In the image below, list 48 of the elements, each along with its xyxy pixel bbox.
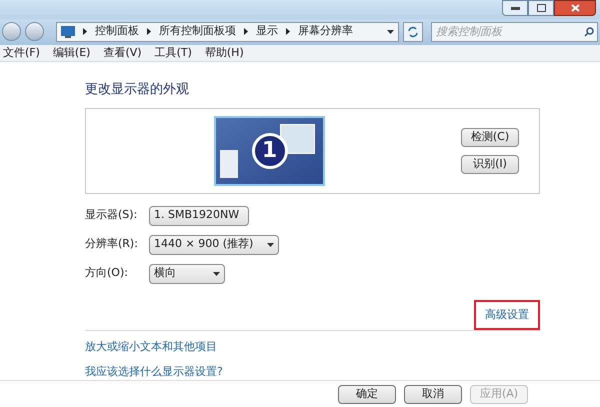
help-link[interactable]: 放大或缩小文本和其他项目	[85, 339, 217, 356]
menu-item[interactable]: 编辑(E)	[52, 44, 90, 62]
breadcrumb[interactable]: 显示	[256, 23, 278, 40]
refresh-icon	[407, 26, 419, 38]
preview-button[interactable]: 识别(I)	[461, 154, 519, 174]
dialog-button[interactable]: 取消	[404, 384, 462, 404]
page-heading: 更改显示器的外观	[85, 81, 190, 100]
search-field[interactable]: 搜索控制面板	[431, 22, 598, 42]
maximize-button[interactable]	[528, 0, 554, 16]
breadcrumb[interactable]: 控制面板	[95, 23, 139, 40]
refresh-button[interactable]	[403, 22, 423, 42]
monitor-icon	[61, 26, 75, 38]
caret-icon	[267, 242, 274, 247]
preview-button[interactable]: 检测(C)	[461, 128, 519, 147]
close-icon	[570, 4, 580, 12]
chevron-icon	[147, 28, 151, 36]
address-field[interactable]: 控制面板 所有控制面板项 显示 屏幕分辨率	[56, 22, 399, 42]
minimize-icon	[510, 6, 520, 10]
setting-label: 显示器(S):	[85, 207, 138, 224]
search-icon	[584, 26, 594, 37]
menu-item[interactable]: 查看(V)	[103, 44, 142, 62]
chevron-icon	[83, 28, 87, 36]
setting-dropdown[interactable]: 1. SMB1920NW	[149, 206, 249, 226]
breadcrumb[interactable]: 所有控制面板项	[159, 23, 236, 40]
menu-item[interactable]: 工具(T)	[154, 44, 192, 62]
setting-label: 方向(O):	[85, 265, 129, 282]
monitor-thumbnail[interactable]: 1	[214, 116, 325, 186]
breadcrumb[interactable]: 屏幕分辨率	[298, 23, 353, 40]
chevron-icon	[244, 28, 248, 36]
menu-item[interactable]: 文件(F)	[3, 44, 40, 62]
chevron-icon	[286, 28, 290, 36]
caret-icon	[213, 272, 220, 276]
maximize-icon	[536, 4, 546, 12]
setting-dropdown[interactable]: 横向	[149, 264, 225, 284]
setting-dropdown[interactable]: 1440 × 900 (推荐)	[149, 234, 279, 255]
close-button[interactable]	[554, 0, 596, 16]
dialog-button[interactable]: 确定	[338, 384, 396, 404]
setting-label: 分辨率(R):	[85, 236, 139, 252]
caret-icon	[387, 30, 394, 34]
advanced-settings-link[interactable]: 高级设置	[474, 300, 540, 330]
back-button[interactable]	[2, 22, 21, 42]
window-thumbnail	[280, 124, 315, 154]
window-thumbnail	[220, 150, 238, 178]
menu-item[interactable]: 帮助(H)	[204, 44, 244, 62]
minimize-button[interactable]	[502, 0, 528, 16]
monitor-number: 1	[252, 132, 288, 169]
help-link[interactable]: 我应该选择什么显示器设置?	[85, 364, 223, 380]
forward-button[interactable]	[25, 22, 44, 42]
